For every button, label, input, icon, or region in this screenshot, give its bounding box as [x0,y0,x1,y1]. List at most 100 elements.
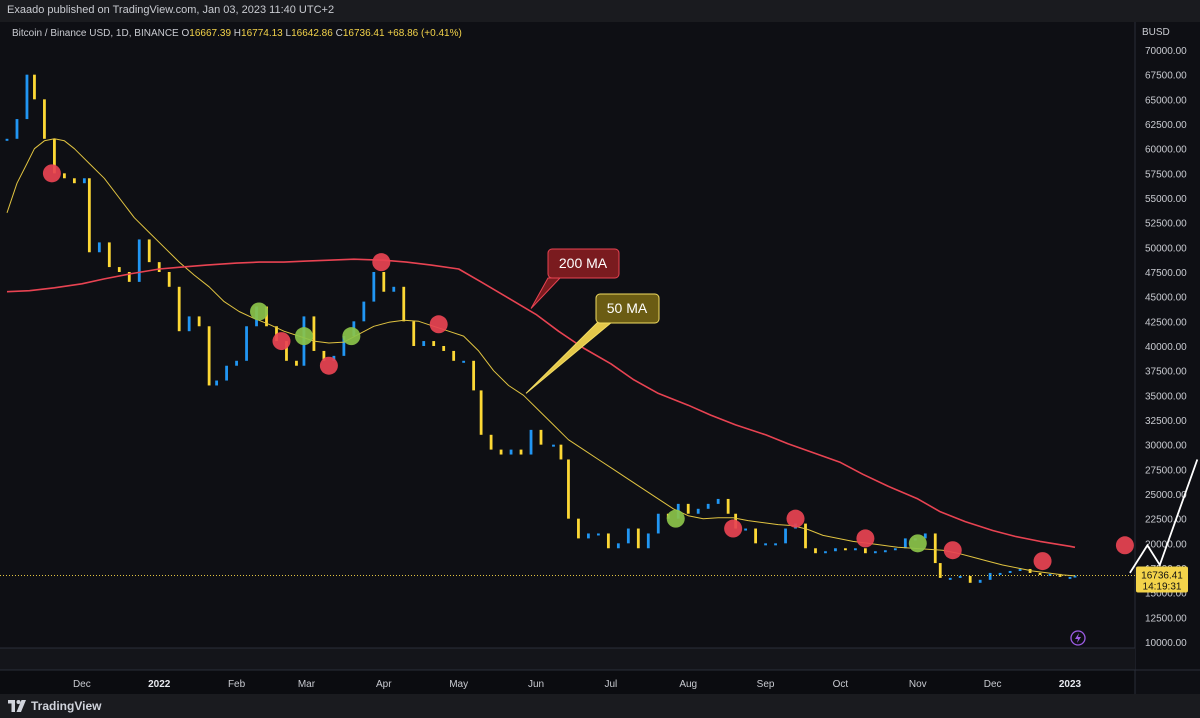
candle[interactable] [147,239,151,263]
candle[interactable] [33,74,36,100]
candle[interactable] [235,360,238,366]
candle[interactable] [62,173,66,179]
candle[interactable] [873,551,877,554]
candle[interactable] [15,119,19,139]
candle[interactable] [452,350,456,361]
candle[interactable] [312,316,316,351]
candle[interactable] [472,360,476,391]
candle[interactable] [764,543,767,546]
candle[interactable] [489,434,493,450]
candle[interactable] [187,316,191,332]
candle[interactable] [422,341,426,346]
signal-marker[interactable] [724,519,743,538]
candle[interactable] [854,548,857,551]
candle[interactable] [462,360,466,363]
candle[interactable] [1018,568,1022,571]
candle[interactable] [754,528,757,544]
candle[interactable] [863,548,867,554]
candle[interactable] [82,178,86,184]
candle[interactable] [968,575,972,583]
candle[interactable] [958,575,962,578]
candle[interactable] [25,74,29,120]
signal-marker[interactable] [786,509,805,528]
candle[interactable] [382,272,386,292]
candle[interactable] [215,380,219,386]
candle[interactable] [696,508,700,514]
candle[interactable] [72,178,76,184]
candle[interactable] [552,444,555,447]
candle[interactable] [948,577,952,580]
candle[interactable] [499,449,503,455]
signal-marker[interactable] [250,302,269,321]
candle[interactable] [933,533,937,564]
candle[interactable] [157,262,161,272]
candle[interactable] [686,503,690,514]
plot-area[interactable] [0,22,1135,648]
candle[interactable] [844,548,847,551]
candle[interactable] [5,138,9,141]
candle[interactable] [362,301,366,322]
candle[interactable] [225,365,228,381]
candle[interactable] [616,543,620,549]
candle[interactable] [716,498,720,504]
candle[interactable] [245,326,248,361]
candle[interactable] [207,326,211,386]
signal-marker[interactable] [943,541,962,560]
candle[interactable] [107,242,111,268]
candle[interactable] [814,548,817,554]
tradingview-brand[interactable]: TradingView [8,698,101,714]
signal-marker[interactable] [342,327,361,346]
signal-marker[interactable] [856,529,875,548]
candle[interactable] [804,523,807,549]
signal-marker[interactable] [908,534,927,553]
candle[interactable] [726,498,730,514]
candle[interactable] [539,429,543,445]
candle[interactable] [824,551,827,554]
candle[interactable] [1038,572,1042,575]
candle[interactable] [1008,570,1012,573]
candle[interactable] [978,579,982,583]
candle[interactable] [117,267,121,272]
candle[interactable] [744,528,748,531]
candle[interactable] [479,390,483,435]
candle[interactable] [784,528,787,544]
candle[interactable] [509,449,513,455]
signal-marker[interactable] [42,164,61,183]
candle[interactable] [372,272,376,302]
candle[interactable] [998,572,1002,575]
candle[interactable] [412,321,416,346]
candle[interactable] [402,286,406,322]
candle[interactable] [577,518,580,539]
candle[interactable] [883,550,887,553]
signal-marker[interactable] [666,509,685,528]
candle[interactable] [137,239,141,282]
signal-marker[interactable] [1115,536,1134,555]
candle[interactable] [87,178,91,253]
candle[interactable] [529,429,533,455]
candle[interactable] [656,513,660,534]
signal-marker[interactable] [319,356,338,375]
price-chart[interactable]: Bitcoin / Binance USD, 1D, BINANCE O1666… [0,22,1200,694]
candle[interactable] [167,272,171,287]
candle[interactable] [646,533,650,549]
candle[interactable] [606,533,610,549]
candle[interactable] [903,538,907,549]
candle[interactable] [442,346,446,351]
candle[interactable] [197,316,201,327]
candle[interactable] [774,543,777,546]
signal-marker[interactable] [294,327,313,346]
signal-marker[interactable] [1033,552,1052,571]
candle[interactable] [432,341,436,346]
candle[interactable] [392,286,396,292]
candle[interactable] [43,99,46,139]
candle[interactable] [636,528,640,549]
candle[interactable] [97,242,101,253]
signal-marker[interactable] [272,332,291,351]
candle[interactable] [988,572,992,580]
candle[interactable] [893,548,897,551]
signal-marker[interactable] [372,253,391,272]
candle[interactable] [519,449,523,455]
candle[interactable] [1068,576,1072,579]
candle[interactable] [626,528,630,544]
candle[interactable] [706,503,710,509]
